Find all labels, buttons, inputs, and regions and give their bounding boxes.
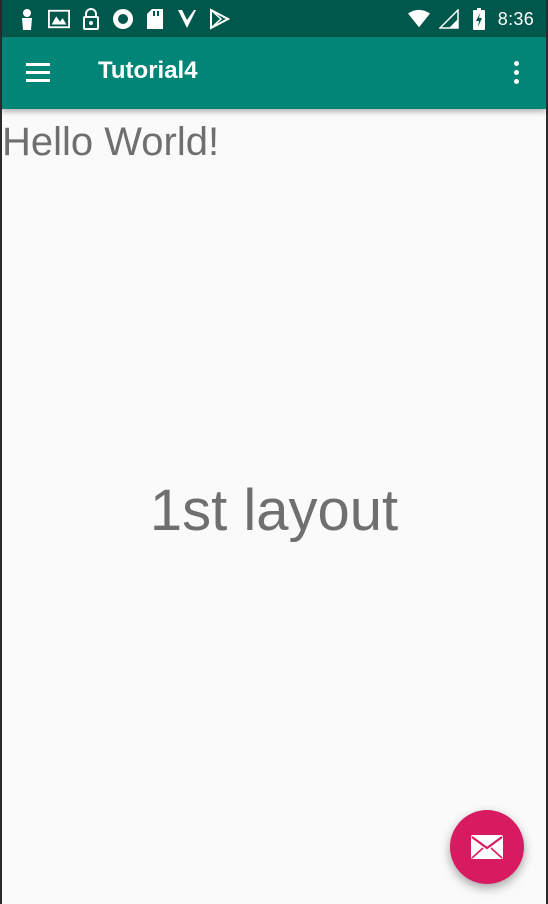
- gallery-icon: [48, 8, 70, 30]
- system-icons: 8:36: [407, 8, 534, 30]
- device-screen: 8:36 Tutorial4 Hello World! 1st layout: [2, 0, 546, 904]
- download-icon: [176, 8, 198, 30]
- person-icon: [16, 8, 38, 30]
- play-store-icon: [208, 8, 230, 30]
- sd-card-icon: [144, 8, 166, 30]
- app-title: Tutorial4: [98, 57, 198, 84]
- menu-button[interactable]: [22, 57, 54, 89]
- status-bar: 8:36: [2, 0, 546, 37]
- email-icon: [471, 835, 503, 859]
- lock-icon: [80, 8, 102, 30]
- notification-icons: [16, 8, 230, 30]
- layout-label: 1st layout: [149, 478, 399, 543]
- app-bar: Tutorial4: [2, 37, 546, 109]
- status-time: 8:36: [497, 8, 534, 29]
- wifi-icon: [407, 8, 430, 30]
- overflow-menu-button[interactable]: [504, 57, 528, 89]
- battery-icon: [468, 8, 490, 30]
- signal-icon: [438, 8, 460, 30]
- more-vert-icon: [514, 61, 519, 66]
- hello-text: Hello World!: [2, 120, 220, 164]
- record-icon: [112, 8, 134, 30]
- hamburger-menu-icon: [26, 63, 50, 66]
- email-fab-button[interactable]: [450, 810, 524, 884]
